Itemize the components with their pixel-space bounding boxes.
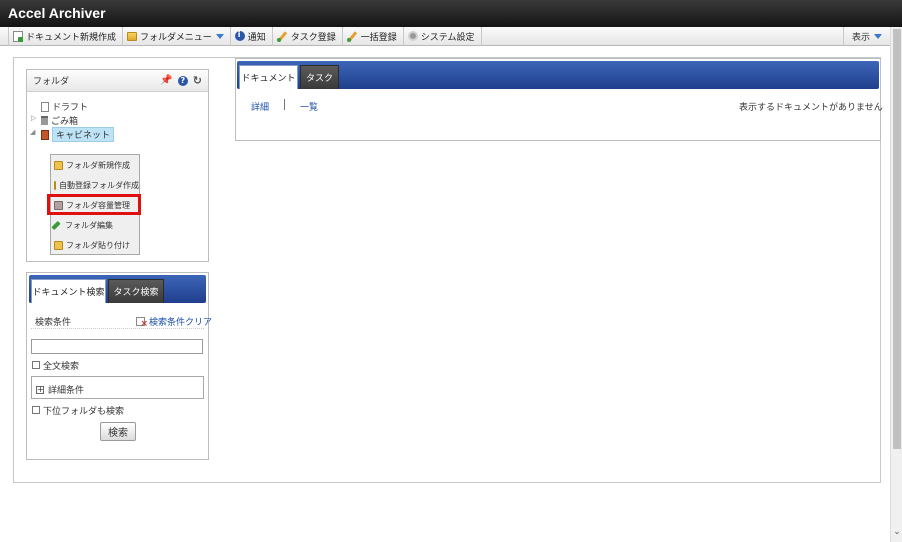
folder-add-icon	[54, 160, 63, 170]
link-separator	[284, 99, 285, 110]
clear-conditions-link[interactable]: 検索条件クリア	[136, 315, 212, 329]
draft-icon	[41, 101, 49, 112]
search-panel: ドキュメント検索 タスク検索 検索条件 検索条件クリア 全文検索 + 詳細条件	[26, 272, 212, 460]
cabinet-icon	[41, 129, 49, 140]
content-tab-bar: ドキュメント タスク	[237, 61, 879, 89]
pencil-icon	[346, 31, 358, 42]
folder-panel: フォルダ 📌 ? ↻ ドラフト ▷ ごみ箱 ◢ キャビネット フォルダ新規作成	[26, 69, 209, 262]
task-register-button[interactable]: タスク登録	[273, 26, 343, 46]
document-new-icon	[13, 30, 23, 42]
menu-item-auto-folder[interactable]: 自動登録フォルダ作成	[51, 176, 139, 194]
edit-icon	[51, 220, 61, 230]
empty-message: 表示するドキュメントがありません	[739, 103, 883, 113]
trash-icon	[41, 116, 48, 125]
content-panel: ドキュメント タスク 詳細 一覧 表示するドキュメントがありません	[235, 58, 883, 141]
tree-item-draft[interactable]: ドラフト	[41, 100, 88, 113]
gear-icon	[407, 31, 418, 41]
app-title: Accel Archiver	[8, 5, 106, 21]
display-menu-button[interactable]: 表示	[842, 27, 890, 46]
app-title-bar: Accel Archiver	[0, 0, 902, 27]
chevron-down-icon	[215, 33, 224, 39]
menu-item-new-folder[interactable]: フォルダ新規作成	[51, 156, 139, 174]
detail-conditions-toggle[interactable]: + 詳細条件	[31, 376, 204, 399]
fulltext-checkbox[interactable]	[32, 361, 40, 369]
detail-conditions-row: + 詳細条件	[36, 384, 85, 396]
search-tab-bar: ドキュメント検索 タスク検索	[29, 275, 206, 303]
chevron-down-icon	[874, 34, 882, 39]
tree-item-cabinet[interactable]: キャビネット	[41, 127, 115, 142]
new-document-button[interactable]: ドキュメント新規作成	[8, 26, 124, 46]
pin-icon[interactable]: 📌	[160, 75, 172, 86]
subfolder-checkbox[interactable]	[32, 406, 40, 414]
paste-icon	[54, 240, 63, 250]
info-icon	[234, 30, 245, 41]
search-input[interactable]	[31, 339, 203, 354]
divider	[31, 328, 204, 329]
tab-document[interactable]: ドキュメント	[239, 65, 298, 89]
system-settings-button[interactable]: システム設定	[404, 26, 482, 46]
fulltext-label: 全文検索	[43, 362, 80, 372]
refresh-icon[interactable]: ↻	[193, 74, 202, 87]
detail-view-link[interactable]: 詳細	[251, 100, 269, 113]
scrollbar-thumb[interactable]	[893, 29, 901, 449]
list-view-link[interactable]: 一覧	[300, 100, 318, 113]
main-toolbar: ドキュメント新規作成 フォルダメニュー 通知 タスク登録 一括登録 システム設定…	[0, 26, 890, 46]
folder-menu-button[interactable]: フォルダメニュー	[123, 26, 231, 46]
notification-button[interactable]: 通知	[231, 26, 273, 46]
help-icon[interactable]: ?	[177, 75, 188, 86]
main-frame: フォルダ 📌 ? ↻ ドラフト ▷ ごみ箱 ◢ キャビネット フォルダ新規作成	[13, 57, 883, 483]
folder-panel-title: フォルダ	[33, 77, 70, 87]
clear-icon	[136, 317, 148, 329]
expand-icon[interactable]: ▷	[31, 114, 36, 122]
tree-item-trash[interactable]: ごみ箱	[41, 114, 78, 127]
menu-item-folder-edit[interactable]: フォルダ編集	[51, 216, 139, 234]
bulk-register-button[interactable]: 一括登録	[343, 26, 404, 46]
subfolder-label: 下位フォルダも検索	[43, 407, 125, 417]
scroll-down-icon[interactable]: ⌄	[893, 528, 901, 537]
menu-item-folder-paste[interactable]: フォルダ貼り付け	[51, 236, 139, 254]
highlight-box	[47, 194, 141, 215]
folder-panel-header: フォルダ 📌 ? ↻	[27, 70, 208, 92]
collapse-icon[interactable]: ◢	[30, 128, 35, 136]
search-condition-label: 検索条件	[35, 318, 72, 328]
vertical-scrollbar[interactable]: ⌄	[890, 27, 902, 542]
folder-icon	[127, 31, 138, 41]
tree-item-label: キャビネット	[52, 127, 115, 142]
pencil-icon	[276, 31, 288, 42]
auto-folder-icon	[54, 180, 56, 190]
tab-task[interactable]: タスク	[300, 65, 339, 89]
tab-task-search[interactable]: タスク検索	[108, 279, 164, 303]
tab-document-search[interactable]: ドキュメント検索	[31, 279, 106, 303]
expand-plus-icon: +	[36, 384, 44, 394]
search-button[interactable]: 検索	[100, 422, 136, 441]
